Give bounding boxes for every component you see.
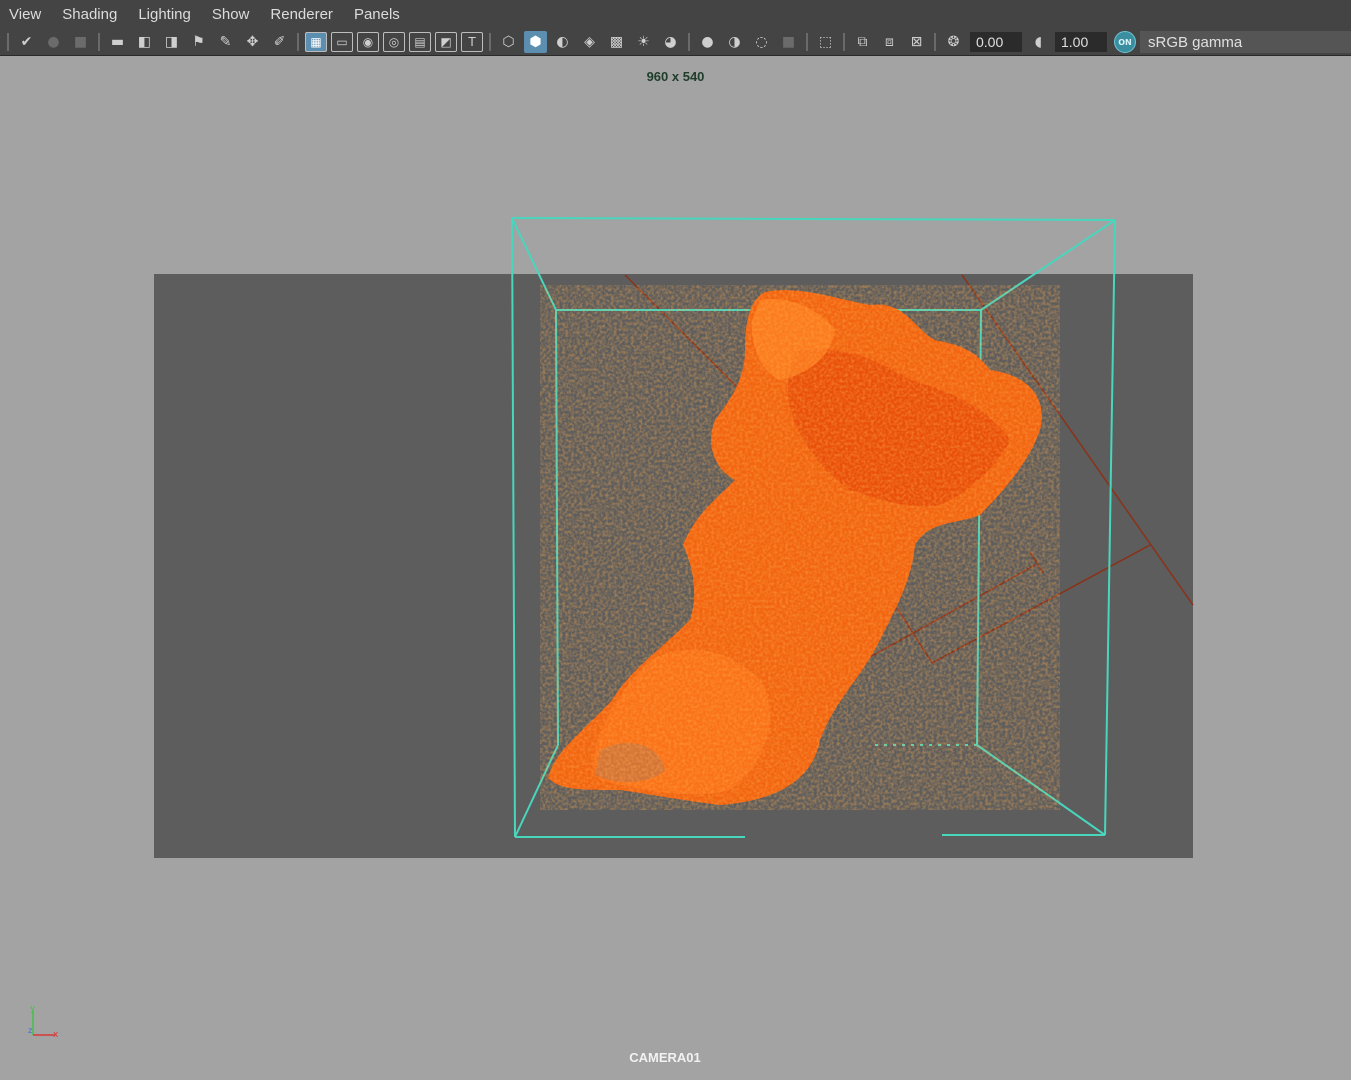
fluid-smoke-volume [540, 285, 1060, 810]
axis-z-label: z [28, 1026, 32, 1035]
axis-x-label: x [53, 1030, 59, 1040]
viewport[interactable] [0, 0, 1351, 1080]
camera-name-label: CAMERA01 [629, 1050, 701, 1065]
axis-y-label: y [30, 1004, 36, 1014]
axis-gizmo: y z x [28, 1004, 59, 1040]
